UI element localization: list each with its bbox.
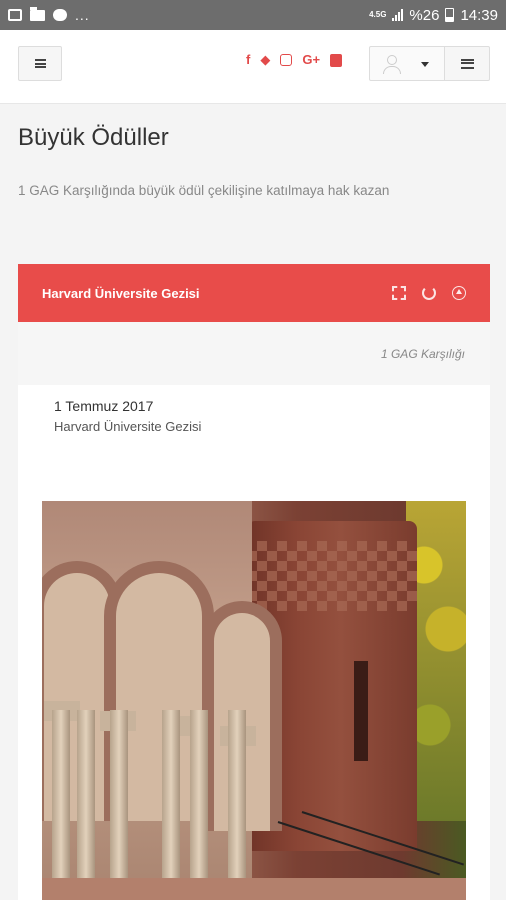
google-plus-icon[interactable]: G+ [302,52,320,68]
more-notifications: ... [75,7,90,23]
cost-label: 1 GAG Karşılığı [380,346,465,361]
signal-icon [392,9,404,21]
expand-icon[interactable] [392,286,406,300]
top-navbar: f ◆ G+ [0,30,506,104]
youtube-icon[interactable] [330,53,343,67]
reload-icon[interactable] [422,286,436,300]
prize-name: Harvard Üniversite Gezisi [54,419,202,434]
prize-panel: Harvard Üniversite Gezisi 1 GAG Karşılığ… [18,264,490,900]
collapse-icon[interactable] [452,286,466,300]
menu-button[interactable] [18,46,62,81]
twitter-icon[interactable]: ◆ [260,52,270,68]
list-icon [460,58,474,69]
status-bar: ... 4.5G %26 14:39 [0,0,506,30]
panel-header: Harvard Üniversite Gezisi [18,264,490,322]
battery-percent: %26 [409,6,440,24]
user-dropdown-button[interactable] [369,46,445,81]
folder-notification-icon [30,6,45,21]
social-links: f ◆ G+ [246,52,343,68]
chat-notification-icon [53,9,67,21]
user-icon [382,55,402,75]
instagram-icon[interactable] [280,54,293,66]
clock: 14:39 [460,6,498,24]
hamburger-icon [34,59,46,68]
panel-cost-bar: 1 GAG Karşılığı [18,322,490,385]
sidebar-toggle-button[interactable] [444,46,490,81]
page-subtitle: 1 GAG Karşılığında büyük ödül çekilişine… [18,183,390,198]
facebook-icon[interactable]: f [246,52,250,68]
chevron-down-icon [421,62,429,67]
prize-date: 1 Temmuz 2017 [54,398,154,414]
panel-tools [392,286,466,300]
gallery-notification-icon [8,9,22,21]
network-type: 4.5G [369,10,387,19]
page-title: Büyük Ödüller [18,124,169,151]
panel-title: Harvard Üniversite Gezisi [42,285,200,301]
prize-photo [42,501,466,900]
battery-icon [445,8,455,22]
